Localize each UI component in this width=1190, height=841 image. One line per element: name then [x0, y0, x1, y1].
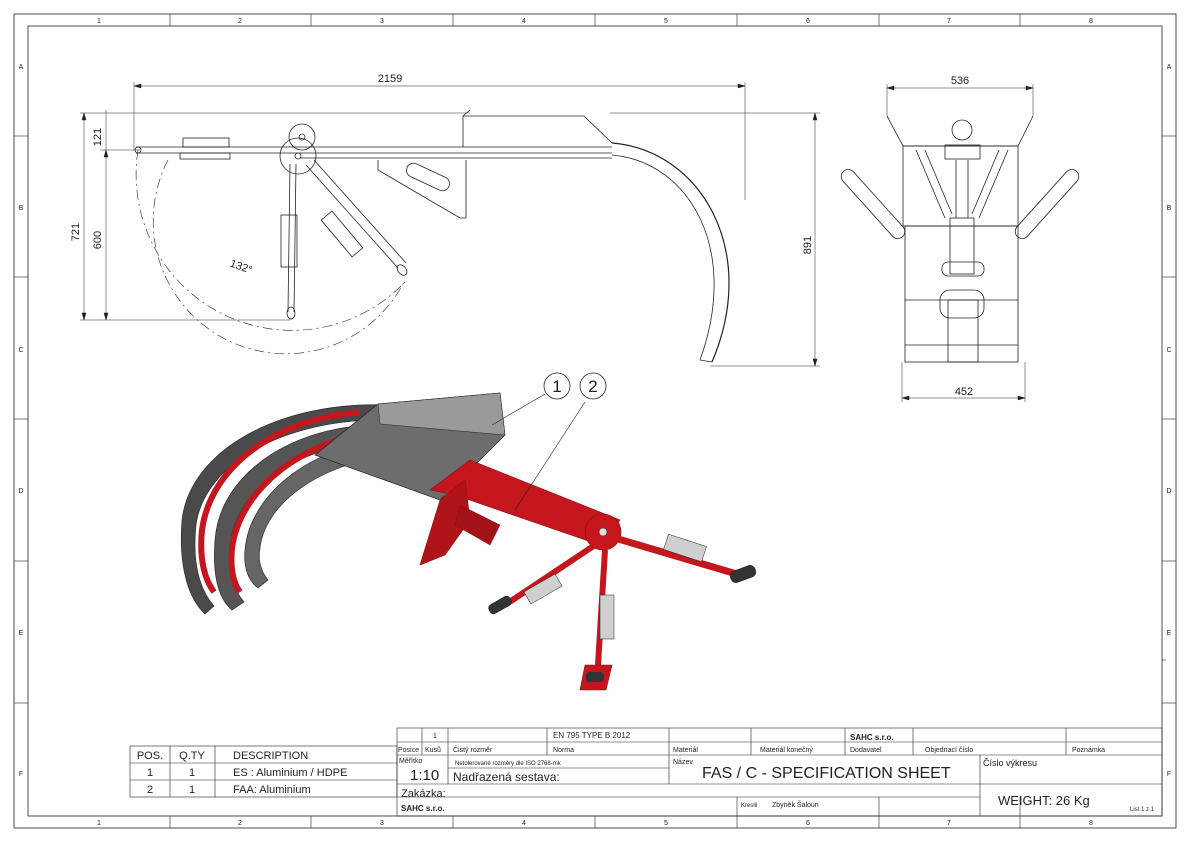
- zone-row-f-left: F: [19, 771, 23, 778]
- zone-col-8-bottom: 8: [1089, 820, 1093, 827]
- title-lbl-material: Materiál: [673, 747, 698, 754]
- title-lbl-norma: Norma: [553, 747, 574, 754]
- dim-121: 121: [92, 128, 104, 146]
- title-lbl-objednaci: Objednací číslo: [925, 747, 973, 754]
- arm-right-handle: [729, 565, 757, 583]
- zone-col-3-top: 3: [380, 18, 384, 25]
- zone-col-5-bottom: 5: [664, 820, 668, 827]
- zone-row-b-right: B: [1167, 205, 1172, 212]
- title-lbl-cisty: Čistý rozměr: [453, 745, 493, 754]
- arm-left: [503, 542, 597, 608]
- zone-col-4-top: 4: [522, 18, 526, 25]
- bom-header-qty: Q.TY: [179, 750, 205, 762]
- zone-col-6-top: 6: [806, 18, 810, 25]
- title-lbl-dodavatel: Dodavatel: [850, 747, 882, 754]
- title-norm-value: EN 795 TYPE B 2012: [553, 731, 631, 740]
- title-lbl-kusu: Kusů: [425, 746, 441, 754]
- title-company-bottom: SAHC s.r.o.: [401, 804, 445, 813]
- dim-600: 600: [92, 231, 104, 249]
- zone-row-d-left: D: [18, 488, 23, 495]
- zone-col-5-top: 5: [664, 18, 668, 25]
- title-lbl-meritko: Měřítko: [399, 758, 422, 765]
- bom-header-desc: DESCRIPTION: [233, 750, 308, 762]
- zone-col-3-bottom: 3: [380, 820, 384, 827]
- side-view: [80, 82, 820, 367]
- title-row1-num: 1: [433, 733, 437, 740]
- foot-pad: [586, 672, 604, 682]
- title-scale: 1:10: [410, 767, 439, 784]
- zone-col-2-bottom: 2: [238, 820, 242, 827]
- leg-clamp: [599, 594, 615, 640]
- front-view: [840, 84, 1080, 402]
- inner-border: [27, 25, 1163, 817]
- zone-col-2-top: 2: [238, 18, 242, 25]
- title-company-top: SAHC s.r.o.: [850, 733, 894, 742]
- dim-891: 891: [802, 236, 814, 254]
- angle-132: 132°: [228, 258, 253, 277]
- dim-452: 452: [955, 386, 973, 398]
- zone-row-e-right: E: [1167, 630, 1172, 637]
- title-main: FAS / C - SPECIFICATION SHEET: [702, 765, 951, 782]
- title-lbl-nazev: Název: [673, 759, 693, 766]
- outer-border: [13, 13, 1177, 829]
- bom-row-1-desc: ES : Aluminium / HDPE: [233, 767, 347, 779]
- title-nadrazena: Nadřazená sestava:: [453, 770, 560, 784]
- title-zakazka: Zakázka:: [401, 788, 446, 800]
- zone-row-c-right: C: [1166, 347, 1171, 354]
- title-lbl-kreslil: Kreslil: [741, 803, 757, 809]
- zone-row-d-right: D: [1166, 488, 1171, 495]
- zone-row-a-left: A: [19, 64, 24, 71]
- title-weight: WEIGHT: 26 Kg: [998, 793, 1090, 808]
- zone-ticks: [14, 14, 1176, 828]
- bom-row-1-qty: 1: [189, 767, 195, 779]
- drawing-sheet: 1 2 3 4 5 6 7 8 1 2 3 4 5 6 7 8 A B C D …: [13, 13, 1177, 829]
- zone-col-7-top: 7: [947, 18, 951, 25]
- title-lbl-cislo: Číslo výkresu: [983, 758, 1037, 768]
- zone-row-c-left: C: [18, 347, 23, 354]
- dim-536: 536: [951, 75, 969, 87]
- zone-col-1-top: 1: [97, 18, 101, 25]
- bom-row-2-desc: FAA: Aluminium: [233, 784, 311, 796]
- dim-721: 721: [70, 223, 82, 241]
- zone-col-6-bottom: 6: [806, 820, 810, 827]
- iso-view: [180, 372, 757, 691]
- zone-row-a-right: A: [1167, 64, 1172, 71]
- side-view-dimensions: [80, 82, 820, 367]
- zone-col-7-bottom: 7: [947, 820, 951, 827]
- zone-col-4-bottom: 4: [522, 820, 526, 827]
- hub-pin: [598, 527, 608, 537]
- title-lbl-posice: Posice: [398, 747, 419, 754]
- bom-row-1-pos: 1: [147, 767, 153, 779]
- balloon-2-label: 2: [588, 377, 597, 396]
- zone-row-e-left: E: [19, 630, 24, 637]
- bom-header-pos: POS.: [137, 750, 163, 762]
- arm-left-handle: [488, 595, 512, 615]
- title-lbl-poznamka: Poznámka: [1072, 747, 1105, 754]
- balloon-1-label: 1: [552, 377, 561, 396]
- bracket-slot: [454, 504, 501, 546]
- title-kreslil-name: Zbyněk Šaloun: [772, 800, 819, 809]
- bom-row-2-pos: 2: [147, 784, 153, 796]
- bom-row-2-qty: 1: [189, 784, 195, 796]
- title-sheet: List 1 z 1: [1130, 807, 1155, 813]
- zone-row-b-left: B: [19, 205, 24, 212]
- zone-col-1-bottom: 1: [97, 820, 101, 827]
- title-tolerance: Netolerované rozměry dle ISO 2768-mk: [455, 761, 562, 767]
- zone-col-8-top: 8: [1089, 18, 1093, 25]
- zone-row-f-right: F: [1167, 771, 1171, 778]
- dim-length-2159: 2159: [378, 73, 402, 85]
- title-lbl-material-konecny: Materiál konečný: [760, 747, 813, 754]
